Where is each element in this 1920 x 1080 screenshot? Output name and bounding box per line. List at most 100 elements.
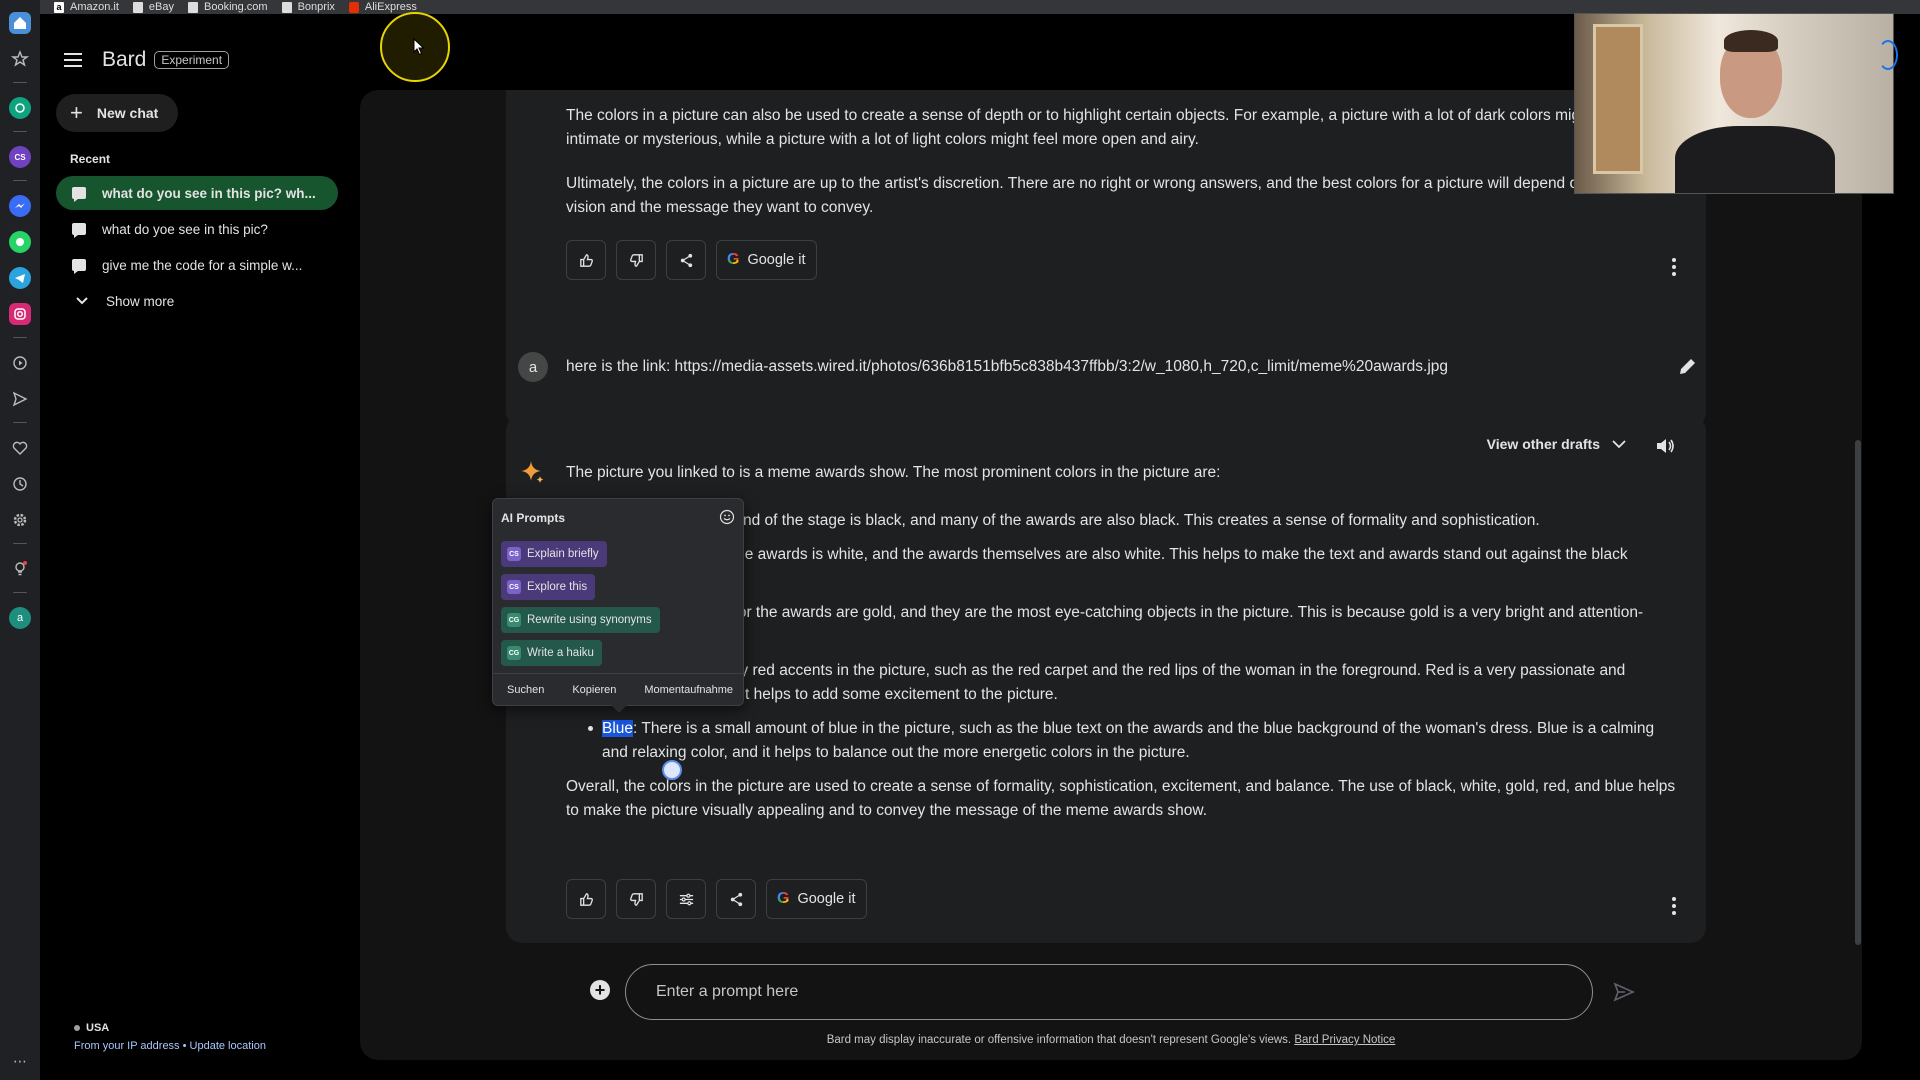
google-it-label: Google it: [747, 252, 806, 268]
thumbs-up-icon: [579, 892, 593, 906]
home-icon[interactable]: [9, 12, 31, 34]
recent-chat-label: give me the code for a simple w...: [102, 257, 303, 273]
edit-pencil-icon[interactable]: [1676, 356, 1698, 378]
rail-divider: [13, 592, 27, 593]
show-more-button[interactable]: Show more: [56, 284, 338, 318]
prompt-chip-explore-this[interactable]: CS Explore this: [501, 574, 596, 600]
chip-badge-icon: CG: [507, 646, 521, 660]
smile-icon[interactable]: [719, 509, 735, 525]
bullet-dot: [588, 726, 593, 731]
bookmark-ebay[interactable]: eBay: [132, 0, 174, 14]
send-icon[interactable]: [9, 388, 31, 410]
page-icon: [188, 1, 198, 13]
chevron-down-icon: [76, 297, 88, 305]
telegram-icon[interactable]: [9, 267, 31, 289]
instagram-icon[interactable]: [9, 303, 31, 325]
thumbs-down-button[interactable]: [616, 879, 656, 919]
bullet-text: Red: There are many red accents in the p…: [602, 662, 1626, 703]
snapshot-action[interactable]: Momentaufnahme: [630, 684, 747, 696]
prompt-input[interactable]: [625, 964, 1593, 1020]
speaker-icon[interactable]: [1654, 435, 1676, 457]
selected-text[interactable]: Blue: [602, 720, 634, 737]
page-icon: [132, 1, 143, 13]
share-button[interactable]: [716, 879, 756, 919]
lightbulb-icon[interactable]: [9, 558, 31, 580]
recent-chat-list: what do you see in this pic? wh... what …: [56, 176, 338, 318]
star-icon[interactable]: [9, 48, 31, 70]
thumbs-up-button[interactable]: [566, 879, 606, 919]
selection-handle-icon[interactable]: [662, 760, 682, 780]
heart-icon[interactable]: [9, 437, 31, 459]
chip-badge-icon: CS: [507, 547, 521, 561]
bard-sparkle-icon: [521, 461, 544, 483]
history-icon[interactable]: [9, 473, 31, 495]
chat-bubble-icon: [72, 223, 86, 238]
privacy-notice-link[interactable]: Bard Privacy Notice: [1294, 1034, 1395, 1046]
response-bullet: White: The text on the awards is white, …: [588, 543, 1672, 591]
thumbs-up-button[interactable]: [566, 240, 606, 280]
copy-action[interactable]: Kopieren: [558, 684, 630, 696]
chip-label: Write a haiku: [527, 647, 594, 659]
location-subtext: From your IP address • Update location: [74, 1040, 266, 1052]
experiment-badge: Experiment: [154, 51, 230, 69]
send-icon[interactable]: [1612, 980, 1636, 1004]
chip-label: Explain briefly: [527, 548, 599, 560]
more-options-icon[interactable]: [1672, 897, 1676, 915]
response-bullet: Red: There are many red accents in the p…: [588, 659, 1672, 707]
sidebar-header: Bard Experiment: [64, 48, 230, 72]
player-icon[interactable]: [9, 352, 31, 374]
more-options-icon[interactable]: [1672, 258, 1676, 276]
search-action[interactable]: Suchen: [493, 684, 558, 696]
response-intro: The picture you linked to is a meme awar…: [566, 464, 1221, 481]
location-source: From your IP address: [74, 1040, 180, 1052]
whatsapp-icon[interactable]: [9, 231, 31, 253]
share-icon: [730, 892, 742, 906]
recent-chat-item[interactable]: what do yoe see in this pic?: [56, 212, 338, 246]
profile-a-icon[interactable]: a: [9, 607, 31, 629]
response-paragraph: Ultimately, the colors in a picture are …: [566, 175, 1662, 216]
recent-chat-item[interactable]: give me the code for a simple w...: [56, 248, 338, 282]
recent-chat-item[interactable]: what do you see in this pic? wh...: [56, 176, 338, 210]
menu-icon[interactable]: [64, 53, 82, 67]
chevron-down-icon: [1612, 439, 1626, 448]
bullet-text: : There is a small amount of blue in the…: [602, 720, 1655, 761]
tune-sliders-icon: [679, 893, 693, 905]
bookmark-label: eBay: [148, 1, 174, 13]
prompt-chip-write-haiku[interactable]: CG Write a haiku: [501, 640, 602, 666]
scrollbar[interactable]: [1855, 440, 1861, 945]
prompt-chip-rewrite-synonyms[interactable]: CG Rewrite using synonyms: [501, 607, 660, 633]
view-other-drafts-button[interactable]: View other drafts: [1487, 436, 1626, 452]
chip-badge-icon: CG: [507, 613, 521, 627]
rail-divider: [13, 131, 27, 132]
page-icon: [281, 1, 292, 13]
user-message-text: here is the link: https://media-assets.w…: [566, 358, 1449, 375]
bookmark-booking[interactable]: Booking.com: [188, 0, 268, 14]
modify-response-button[interactable]: [666, 879, 706, 919]
sidebar: Bard Experiment + New chat Recent what d…: [40, 14, 360, 1080]
update-location-link[interactable]: Update location: [190, 1040, 266, 1052]
prompt-chip-explain-briefly[interactable]: CS Explain briefly: [501, 541, 607, 567]
google-it-button[interactable]: G Google it: [716, 240, 817, 280]
share-button[interactable]: [666, 240, 706, 280]
thumbs-down-button[interactable]: [616, 240, 656, 280]
google-g-icon: G: [727, 251, 740, 268]
cs-extension-icon[interactable]: CS: [9, 146, 31, 168]
response-bullet: Black: The background of the stage is bl…: [588, 509, 1672, 533]
bookmark-bonprix[interactable]: Bonprix: [281, 0, 335, 14]
add-attachment-icon[interactable]: +: [590, 980, 610, 1000]
bullet-text: Gold: The trophies for the awards are go…: [602, 604, 1644, 645]
messenger-icon[interactable]: [9, 195, 31, 217]
google-it-label: Google it: [797, 891, 856, 907]
google-it-button[interactable]: G Google it: [766, 879, 867, 919]
google-g-icon: G: [777, 890, 790, 907]
response-actions: G Google it: [566, 240, 817, 280]
settings-icon[interactable]: [9, 509, 31, 531]
bookmark-amazon[interactable]: a Amazon.it: [54, 0, 119, 14]
more-icon[interactable]: ⋯: [13, 1053, 27, 1070]
chatgpt-icon[interactable]: [9, 97, 31, 119]
bookmark-label: Booking.com: [204, 1, 268, 13]
share-icon: [680, 253, 692, 267]
user-message: a here is the link: https://media-assets…: [518, 352, 1698, 384]
new-chat-button[interactable]: + New chat: [56, 94, 179, 132]
bullet-text: White: The text on the awards is white, …: [602, 546, 1628, 587]
